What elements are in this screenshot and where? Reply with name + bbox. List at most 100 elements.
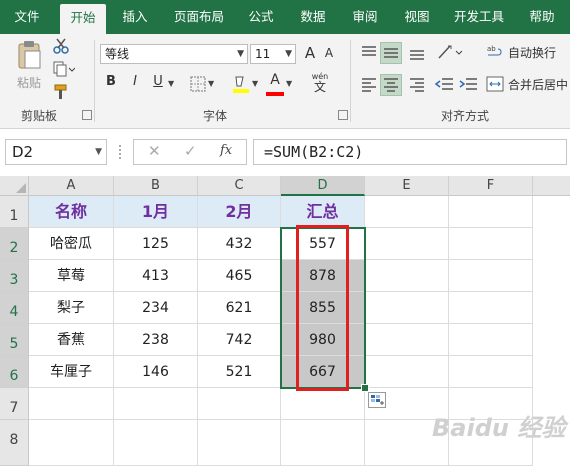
cell-d1[interactable]: 汇总: [281, 196, 365, 228]
cell-c1[interactable]: 2月: [198, 196, 281, 228]
cell-f6[interactable]: [449, 356, 533, 388]
tab-review[interactable]: 审阅: [342, 0, 388, 34]
paste-button[interactable]: 粘贴: [10, 40, 48, 96]
cell-e4[interactable]: [365, 292, 449, 324]
row-header-5[interactable]: 5: [0, 324, 29, 356]
tab-page-layout[interactable]: 页面布局: [166, 0, 232, 34]
cell-a7[interactable]: [29, 388, 114, 420]
chevron-down-icon[interactable]: ▼: [286, 79, 292, 88]
tab-formulas[interactable]: 公式: [238, 0, 284, 34]
cell-b3[interactable]: 413: [114, 260, 198, 292]
cell-e5[interactable]: [365, 324, 449, 356]
cell-f3[interactable]: [449, 260, 533, 292]
decrease-indent-icon[interactable]: [434, 76, 454, 94]
cell-d5[interactable]: 980: [281, 324, 365, 356]
cell-b2[interactable]: 125: [114, 228, 198, 260]
column-header-g[interactable]: [533, 176, 570, 196]
cell-e2[interactable]: [365, 228, 449, 260]
tab-view[interactable]: 视图: [394, 0, 440, 34]
formula-input[interactable]: =SUM(B2:C2): [253, 139, 567, 165]
tab-data[interactable]: 数据: [290, 0, 336, 34]
cell-f1[interactable]: [449, 196, 533, 228]
italic-button[interactable]: I: [127, 74, 143, 94]
enter-icon[interactable]: ✓: [184, 142, 197, 160]
tab-help[interactable]: 帮助: [520, 0, 564, 34]
cell-a1[interactable]: 名称: [29, 196, 114, 228]
row-header-3[interactable]: 3: [0, 260, 29, 292]
cell-e1[interactable]: [365, 196, 449, 228]
cell-c8[interactable]: [198, 420, 281, 466]
fill-handle[interactable]: [361, 384, 369, 392]
align-center-button[interactable]: [380, 74, 402, 96]
column-header-e[interactable]: E: [365, 176, 449, 196]
cell-a5[interactable]: 香蕉: [29, 324, 114, 356]
merge-center-button[interactable]: 合并后居中: [486, 74, 570, 96]
cell-d7[interactable]: [281, 388, 365, 420]
cell-c7[interactable]: [198, 388, 281, 420]
row-header-8[interactable]: 8: [0, 420, 29, 466]
cell-d4[interactable]: 855: [281, 292, 365, 324]
row-header-1[interactable]: 1: [0, 196, 29, 228]
cell-c5[interactable]: 742: [198, 324, 281, 356]
tab-insert[interactable]: 插入: [112, 0, 158, 34]
cell-e6[interactable]: [365, 356, 449, 388]
tab-home[interactable]: 开始: [60, 4, 106, 34]
format-painter-icon[interactable]: [53, 84, 69, 100]
wrap-text-button[interactable]: ab 自动换行: [486, 42, 570, 64]
underline-button[interactable]: U: [150, 74, 166, 94]
row-header-2[interactable]: 2: [0, 228, 29, 260]
align-bottom-icon[interactable]: [408, 44, 426, 62]
cell-e3[interactable]: [365, 260, 449, 292]
chevron-down-icon[interactable]: ▼: [252, 79, 258, 88]
cell-b1[interactable]: 1月: [114, 196, 198, 228]
fill-color-icon[interactable]: [232, 74, 250, 94]
shrink-font-button[interactable]: A: [322, 46, 336, 66]
cell-a3[interactable]: 草莓: [29, 260, 114, 292]
tab-developer[interactable]: 开发工具: [446, 0, 512, 34]
row-header-7[interactable]: 7: [0, 388, 29, 420]
borders-icon[interactable]: [190, 76, 206, 92]
resize-handle[interactable]: [119, 145, 123, 159]
column-header-b[interactable]: B: [114, 176, 198, 196]
name-box[interactable]: D2 ▼: [5, 139, 107, 165]
insert-function-icon[interactable]: fx: [220, 143, 232, 158]
orientation-icon[interactable]: [436, 42, 464, 62]
increase-indent-icon[interactable]: [458, 76, 478, 94]
cell-b6[interactable]: 146: [114, 356, 198, 388]
align-middle-button[interactable]: [380, 42, 402, 64]
align-right-icon[interactable]: [408, 76, 426, 94]
phonetic-guide-button[interactable]: wén 文: [306, 72, 334, 96]
select-all-button[interactable]: [0, 176, 29, 196]
cut-icon[interactable]: [53, 38, 69, 54]
cell-d8[interactable]: [281, 420, 365, 466]
cell-b7[interactable]: [114, 388, 198, 420]
bold-button[interactable]: B: [103, 74, 119, 94]
cell-b8[interactable]: [114, 420, 198, 466]
cell-f5[interactable]: [449, 324, 533, 356]
row-header-6[interactable]: 6: [0, 356, 29, 388]
cell-a8[interactable]: [29, 420, 114, 466]
column-header-a[interactable]: A: [29, 176, 114, 196]
column-header-f[interactable]: F: [449, 176, 533, 196]
font-color-button[interactable]: A: [266, 72, 284, 96]
grow-font-button[interactable]: A: [302, 44, 318, 64]
clipboard-launcher-icon[interactable]: [82, 110, 92, 120]
cell-c4[interactable]: 621: [198, 292, 281, 324]
chevron-down-icon[interactable]: ▼: [168, 79, 174, 88]
cell-c2[interactable]: 432: [198, 228, 281, 260]
cell-d3[interactable]: 878: [281, 260, 365, 292]
cell-a6[interactable]: 车厘子: [29, 356, 114, 388]
cell-a4[interactable]: 梨子: [29, 292, 114, 324]
cell-a2[interactable]: 哈密瓜: [29, 228, 114, 260]
copy-icon[interactable]: [53, 61, 75, 77]
quick-analysis-button[interactable]: [368, 392, 386, 408]
row-header-4[interactable]: 4: [0, 292, 29, 324]
align-top-icon[interactable]: [360, 44, 378, 62]
cell-c3[interactable]: 465: [198, 260, 281, 292]
tab-file[interactable]: 文件: [4, 0, 50, 34]
cell-b4[interactable]: 234: [114, 292, 198, 324]
font-size-dropdown[interactable]: 11 ▼: [250, 44, 296, 64]
chevron-down-icon[interactable]: ▼: [208, 79, 214, 88]
column-header-d[interactable]: D: [281, 176, 365, 196]
cell-d2[interactable]: 557: [281, 228, 365, 260]
